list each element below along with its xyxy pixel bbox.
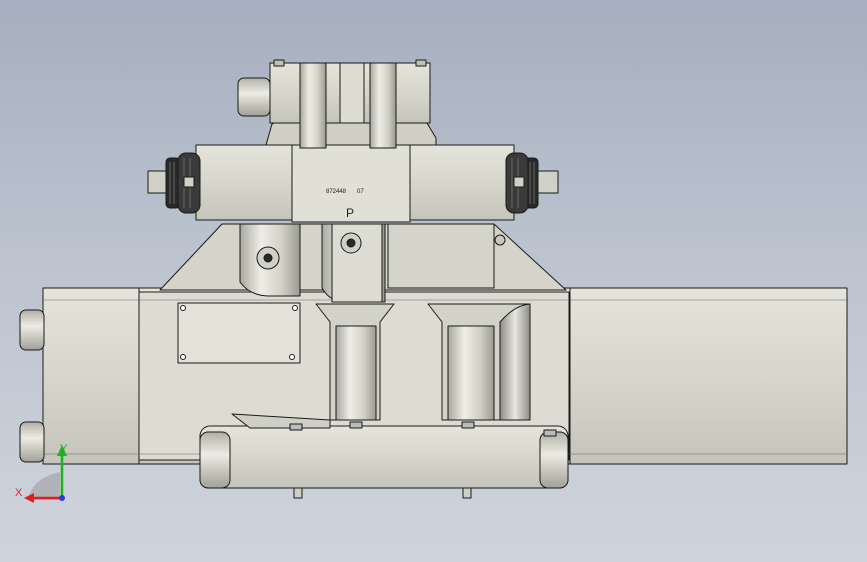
left-port-boss-lower[interactable] [19,421,45,463]
solenoid-coil-left[interactable] [147,152,201,214]
channel-right [427,303,531,421]
locating-pin-right [462,487,472,499]
cad-viewport[interactable]: 872448 07 P Y X [0,0,867,562]
pilot-connector-plug[interactable] [237,77,271,117]
serial-number-text: 872448 [326,189,347,195]
solenoid-valve-body[interactable] [195,144,515,223]
locating-pin-left [293,487,303,499]
left-port-boss-upper[interactable] [19,309,45,351]
code-text: 07 [357,189,364,195]
upper-pilot-valve[interactable] [265,59,437,149]
pilot-adapter[interactable] [159,223,567,303]
adapter-nub [494,234,506,246]
port-p-label: P [346,206,354,220]
nameplate [177,302,301,364]
bolt-left[interactable] [256,246,280,270]
triad-x-label: X [15,487,23,499]
triad-y-label: Y [60,443,68,455]
valve-assembly-view[interactable]: 872448 07 P Y X [0,0,867,562]
bolt-center[interactable] [340,232,362,254]
solenoid-coil-right[interactable] [505,152,559,214]
